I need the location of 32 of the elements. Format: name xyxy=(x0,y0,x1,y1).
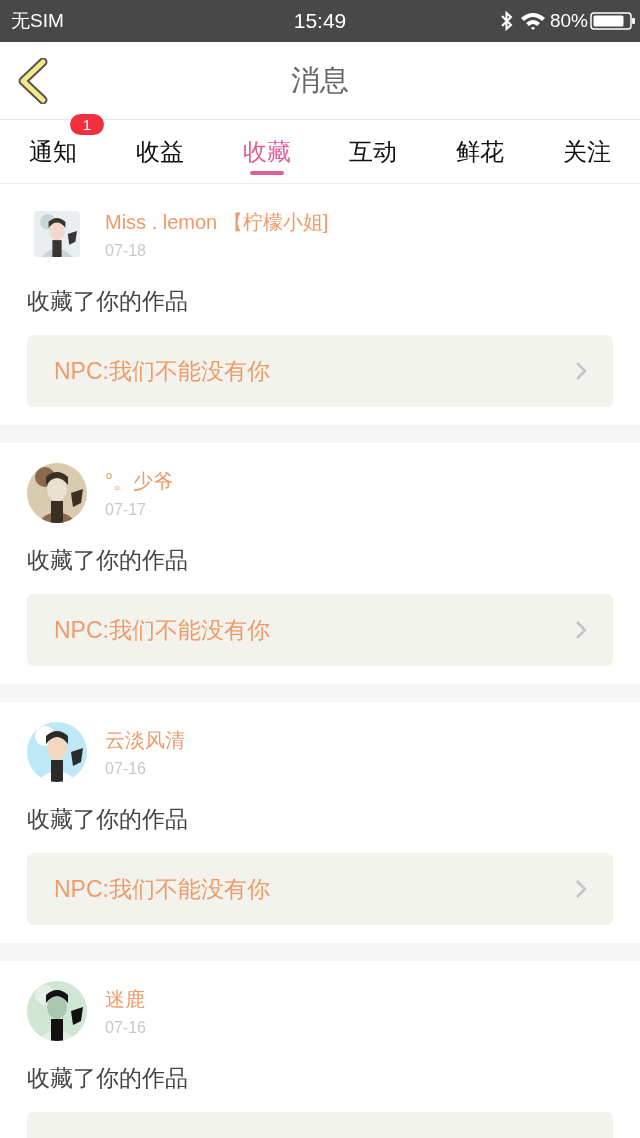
tab[interactable]: 收益 xyxy=(134,131,186,172)
count-badge: 1 xyxy=(70,114,104,135)
message-text: 收藏了你的作品 xyxy=(27,805,188,834)
work-link[interactable]: NPC:我们不能没有你 xyxy=(27,853,613,925)
back-icon[interactable] xyxy=(17,58,49,104)
message-text: 收藏了你的作品 xyxy=(27,546,188,575)
work-link[interactable]: NPC:我们不能没有你 xyxy=(27,335,613,407)
work-link[interactable]: NPC:我们不能没有你 xyxy=(27,594,613,666)
clock-time: 15:49 xyxy=(292,9,348,33)
battery-percent: 80% xyxy=(549,10,588,32)
tab-indicator xyxy=(249,171,284,175)
chevron-right-icon xyxy=(575,879,587,899)
wifi-icon xyxy=(519,11,546,31)
tab[interactable]: 收藏 xyxy=(240,131,293,172)
work-title: NPC:我们不能没有你 xyxy=(54,615,270,645)
user-name[interactable]: °。少爷 xyxy=(105,467,173,495)
user-name[interactable]: 迷鹿 xyxy=(105,985,146,1013)
message-text: 收藏了你的作品 xyxy=(27,1064,188,1093)
tab[interactable]: 关注 xyxy=(560,131,613,172)
tab[interactable]: 互动 xyxy=(347,131,400,172)
work-title: NPC:我们不能没有你 xyxy=(54,874,270,904)
battery-icon xyxy=(590,11,636,31)
message-text: 收藏了你的作品 xyxy=(27,287,188,316)
user-name[interactable]: 云淡风清 xyxy=(105,726,185,754)
work-title: NPC:我们不能没有你 xyxy=(54,356,270,386)
user-name[interactable]: Miss . lemon 【柠檬小姐] xyxy=(105,208,329,236)
chevron-right-icon xyxy=(575,361,587,381)
page-title: 消息 xyxy=(291,62,349,98)
bluetooth-icon xyxy=(499,11,514,31)
carrier-label: 无SIM xyxy=(11,9,64,33)
chevron-right-icon xyxy=(575,620,587,640)
tab[interactable]: 鲜花 xyxy=(454,131,506,172)
